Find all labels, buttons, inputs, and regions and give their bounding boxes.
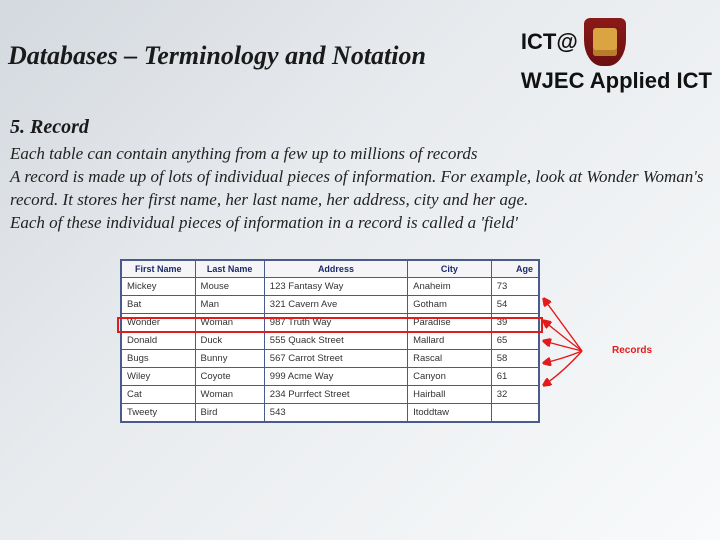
table-cell: 321 Cavern Ave <box>264 295 407 313</box>
table-header-row: First Name Last Name Address City Age <box>121 260 539 278</box>
table-cell: 54 <box>491 295 539 313</box>
table-row: DonaldDuck555 Quack StreetMallard65 <box>121 331 539 349</box>
section-heading: 5. Record <box>10 116 720 139</box>
table-cell: 39 <box>491 313 539 331</box>
table-cell: 987 Truth Way <box>264 313 407 331</box>
table-cell: Woman <box>195 313 264 331</box>
table-cell: 543 <box>264 403 407 422</box>
table-row: WileyCoyote999 Acme WayCanyon61 <box>121 367 539 385</box>
table-cell: 123 Fantasy Way <box>264 277 407 295</box>
table-row: MickeyMouse123 Fantasy WayAnaheim73 <box>121 277 539 295</box>
table-cell: 61 <box>491 367 539 385</box>
table-cell: Mallard <box>408 331 492 349</box>
table-cell: Coyote <box>195 367 264 385</box>
table-cell: Anaheim <box>408 277 492 295</box>
brand-wjec: WJEC Applied ICT <box>521 68 712 94</box>
records-table-wrap: First Name Last Name Address City Age Mi… <box>120 259 600 423</box>
table-cell: Mouse <box>195 277 264 295</box>
table-row: WonderWoman987 Truth WayParadise39 <box>121 313 539 331</box>
table-cell: Hairball <box>408 385 492 403</box>
table-cell: Tweety <box>121 403 195 422</box>
table-row: CatWoman234 Purrfect StreetHairball32 <box>121 385 539 403</box>
table-cell: Bat <box>121 295 195 313</box>
table-cell: Paradise <box>408 313 492 331</box>
table-row: BatMan321 Cavern AveGotham54 <box>121 295 539 313</box>
table-cell: Canyon <box>408 367 492 385</box>
th-first: First Name <box>121 260 195 278</box>
table-cell: Bunny <box>195 349 264 367</box>
table-cell: Woman <box>195 385 264 403</box>
table-cell: 567 Carrot Street <box>264 349 407 367</box>
table-row: TweetyBird543Itoddtaw <box>121 403 539 422</box>
th-age: Age <box>491 260 539 278</box>
table-cell: 32 <box>491 385 539 403</box>
th-last: Last Name <box>195 260 264 278</box>
records-arrows-icon <box>540 291 600 401</box>
table-cell: Cat <box>121 385 195 403</box>
page-title: Databases – Terminology and Notation <box>8 41 513 71</box>
records-callout: Records <box>612 345 652 356</box>
paragraph-1: Each table can contain anything from a f… <box>10 143 710 166</box>
table-cell: 73 <box>491 277 539 295</box>
table-cell: Wonder <box>121 313 195 331</box>
th-addr: Address <box>264 260 407 278</box>
paragraph-2: A record is made up of lots of individua… <box>10 166 710 212</box>
table-cell: Rascal <box>408 349 492 367</box>
brand-ict: ICT@ <box>521 29 578 55</box>
table-cell: 65 <box>491 331 539 349</box>
crest-icon <box>584 18 626 66</box>
table-cell: Mickey <box>121 277 195 295</box>
table-cell: Gotham <box>408 295 492 313</box>
table-cell <box>491 403 539 422</box>
records-table: First Name Last Name Address City Age Mi… <box>120 259 540 423</box>
table-cell: 999 Acme Way <box>264 367 407 385</box>
table-cell: Donald <box>121 331 195 349</box>
table-cell: Itoddtaw <box>408 403 492 422</box>
table-cell: Wiley <box>121 367 195 385</box>
th-city: City <box>408 260 492 278</box>
table-cell: Man <box>195 295 264 313</box>
table-cell: 58 <box>491 349 539 367</box>
table-cell: Duck <box>195 331 264 349</box>
table-cell: 234 Purrfect Street <box>264 385 407 403</box>
table-cell: Bird <box>195 403 264 422</box>
table-row: BugsBunny567 Carrot StreetRascal58 <box>121 349 539 367</box>
paragraph-3: Each of these individual pieces of infor… <box>10 212 710 235</box>
brand-block: ICT@ WJEC Applied ICT <box>521 18 712 94</box>
table-cell: 555 Quack Street <box>264 331 407 349</box>
table-cell: Bugs <box>121 349 195 367</box>
